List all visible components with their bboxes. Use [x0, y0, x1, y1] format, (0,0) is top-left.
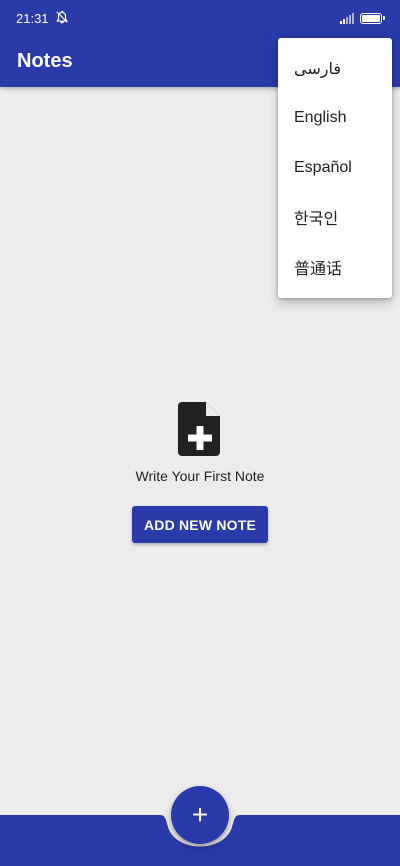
status-bar: 21:31 — [0, 0, 400, 36]
signal-icon — [340, 12, 354, 24]
menu-item-persian[interactable]: فارسی — [278, 44, 392, 94]
menu-item-korean[interactable]: 한국인 — [278, 193, 392, 243]
add-note-fab[interactable]: + — [171, 786, 229, 844]
menu-item-mandarin[interactable]: 普通话 — [278, 242, 392, 292]
menu-item-english[interactable]: English — [278, 94, 392, 144]
add-new-note-button[interactable]: ADD NEW NOTE — [132, 506, 268, 543]
language-menu: فارسی English Español 한국인 普通话 — [278, 38, 392, 298]
menu-item-spanish[interactable]: Español — [278, 143, 392, 193]
empty-state-message: Write Your First Note — [135, 468, 265, 484]
add-note-file-icon — [178, 402, 220, 456]
app-title: Notes — [17, 50, 73, 72]
empty-state: Write Your First Note ADD NEW NOTE — [0, 402, 400, 543]
notifications-off-icon — [55, 10, 69, 27]
plus-icon: + — [191, 799, 209, 830]
battery-icon — [360, 12, 385, 24]
status-time: 21:31 — [16, 10, 49, 26]
